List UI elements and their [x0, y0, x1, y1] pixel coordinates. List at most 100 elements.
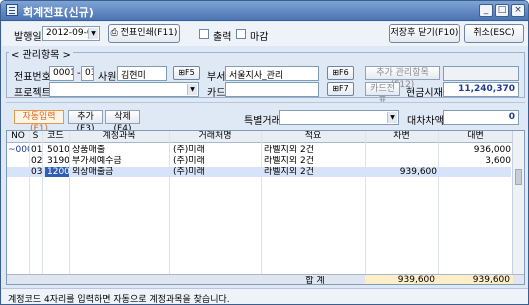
- row-client: (주)미래: [173, 156, 205, 166]
- total-credit: 939,600: [438, 275, 513, 284]
- chevron-down-icon[interactable]: ▼: [187, 84, 197, 95]
- lookup-icon: ⊞: [178, 68, 185, 77]
- voucher-no-label: 전표번호: [14, 72, 51, 83]
- balance-diff-value: 0: [443, 110, 519, 125]
- total-label: 합 계: [305, 276, 325, 285]
- row-credit: 3,600: [485, 156, 511, 166]
- voucher-window: 회계전표(신규) _ □ × 발행일 2012-09-03 ▼ ⎙ 전표인쇄(F…: [0, 0, 529, 305]
- management-items-title: < 관리항목 >: [9, 46, 73, 61]
- special-trade-select[interactable]: ▼: [279, 110, 399, 125]
- print-checkbox[interactable]: [199, 29, 209, 39]
- employee-label: 사원: [98, 72, 117, 83]
- card-voucher-button[interactable]: 카드전표: [365, 82, 400, 106]
- special-trade-label: 특별거래: [244, 116, 281, 127]
- cash-balance-label: 현금시재: [406, 88, 443, 99]
- row-code: 3190: [47, 156, 69, 166]
- balance-diff-label: 대차차액: [407, 116, 444, 127]
- maximize-icon[interactable]: □: [495, 4, 509, 17]
- vertical-scrollbar[interactable]: [512, 131, 524, 274]
- print-voucher-button[interactable]: ⎙ 전표인쇄(F11): [108, 24, 180, 43]
- auto-input-button[interactable]: 자동입력(F1): [14, 110, 64, 134]
- date-picker[interactable]: 2012-09-03 ▼: [42, 26, 100, 41]
- row-debit: [367, 156, 437, 166]
- total-debit: 939,600: [365, 275, 438, 284]
- card-label: 카드: [207, 88, 226, 99]
- col-header-code[interactable]: 코드: [42, 131, 69, 143]
- row-s: 03: [31, 167, 43, 177]
- close-check-label: 마감: [250, 32, 269, 43]
- row-s: 02: [31, 156, 43, 166]
- title-bar: 회계전표(신규) _ □ ×: [1, 1, 528, 21]
- delete-row-button[interactable]: 삭제(F4): [105, 110, 140, 134]
- row-debit: 939,600: [399, 167, 437, 177]
- row-debit: [367, 145, 437, 155]
- app-icon: [6, 4, 18, 16]
- column-divider: [261, 131, 262, 274]
- column-divider: [365, 131, 366, 274]
- row-client: (주)미래: [173, 145, 205, 155]
- col-header-memo[interactable]: 적요: [261, 131, 365, 143]
- row-code: 5010: [47, 145, 69, 155]
- col-header-account[interactable]: 계정과목: [69, 131, 169, 143]
- column-divider: [29, 131, 30, 274]
- column-divider: [438, 131, 439, 274]
- status-message: 계정코드 4자리를 입력하면 자동으로 계정과목을 찾습니다.: [8, 295, 230, 305]
- row-no: [8, 167, 29, 177]
- card-lookup-button[interactable]: ⊞F7: [327, 82, 354, 96]
- chevron-down-icon[interactable]: ▼: [387, 112, 397, 123]
- row-credit: 936,000: [473, 145, 511, 155]
- window-title: 회계전표(신규): [23, 6, 94, 19]
- row-client: (주)미래: [173, 167, 205, 177]
- row-no: [8, 156, 29, 166]
- dept-label: 부서: [207, 72, 226, 83]
- close-checkbox[interactable]: [236, 29, 246, 39]
- row-account: 상품매출: [72, 145, 106, 155]
- divider: [6, 102, 525, 103]
- lookup-icon: ⊞: [332, 68, 339, 77]
- col-header-client[interactable]: 거래처명: [169, 131, 261, 143]
- voucher-no-field-b[interactable]: 03: [81, 66, 94, 81]
- dept-field[interactable]: 서울지사_관리: [225, 66, 319, 81]
- col-header-s[interactable]: S: [29, 131, 42, 143]
- close-icon[interactable]: ×: [511, 4, 525, 17]
- row-memo: 라벨지외 2건: [264, 167, 314, 177]
- add-items-button[interactable]: 추가 관리항목(F12): [365, 66, 440, 90]
- row-code[interactable]: 1200: [45, 167, 69, 177]
- col-header-debit[interactable]: 차변: [365, 131, 438, 143]
- row-s: 01: [31, 145, 43, 155]
- lookup-icon: ⊞: [332, 84, 339, 93]
- voucher-table[interactable]: NO S 코드 계정과목 거래처명 적요 차변 대변 ~0001 01 5010…: [6, 130, 525, 285]
- cancel-button[interactable]: 취소(ESC): [464, 24, 524, 43]
- col-header-credit[interactable]: 대변: [438, 131, 513, 143]
- column-divider: [169, 131, 170, 274]
- row-memo: 라벨지외 2건: [264, 156, 314, 166]
- col-header-no[interactable]: NO: [7, 131, 29, 143]
- card-field[interactable]: [225, 82, 319, 97]
- row-no: ~0001: [8, 145, 29, 155]
- project-select[interactable]: ▼: [49, 82, 199, 97]
- project-label: 프로젝트: [14, 88, 51, 99]
- minimize-icon[interactable]: _: [479, 4, 493, 17]
- employee-lookup-button[interactable]: ⊞F5: [173, 66, 200, 80]
- row-account: 부가세예수금: [72, 156, 122, 166]
- cash-balance-value: 11,240,370: [443, 82, 519, 97]
- row-credit: [440, 167, 511, 177]
- date-label: 발행일: [14, 32, 42, 43]
- chevron-down-icon[interactable]: ▼: [88, 28, 98, 39]
- row-account: 외상매출금: [72, 167, 114, 177]
- employee-lookup-label: F5: [185, 68, 195, 77]
- column-divider: [69, 131, 70, 274]
- add-row-button[interactable]: 추가(F3): [68, 110, 103, 134]
- status-bar: 계정코드 4자리를 입력하면 자동으로 계정과목을 찾습니다.: [2, 288, 528, 305]
- add-items-field[interactable]: [443, 66, 519, 81]
- dept-lookup-label: F6: [339, 68, 349, 77]
- row-memo: 라벨지외 2건: [264, 145, 314, 155]
- print-voucher-label: 전표인쇄(F11): [120, 28, 178, 38]
- scrollbar-thumb[interactable]: [515, 169, 522, 185]
- voucher-no-field-a[interactable]: 0001: [49, 66, 74, 81]
- card-lookup-label: F7: [339, 84, 349, 93]
- employee-field[interactable]: 김현미: [117, 66, 167, 81]
- dept-lookup-button[interactable]: ⊞F6: [327, 66, 354, 80]
- total-row: 합 계 939,600 939,600: [7, 274, 524, 285]
- save-close-button[interactable]: 저장후 닫기(F10): [389, 24, 460, 43]
